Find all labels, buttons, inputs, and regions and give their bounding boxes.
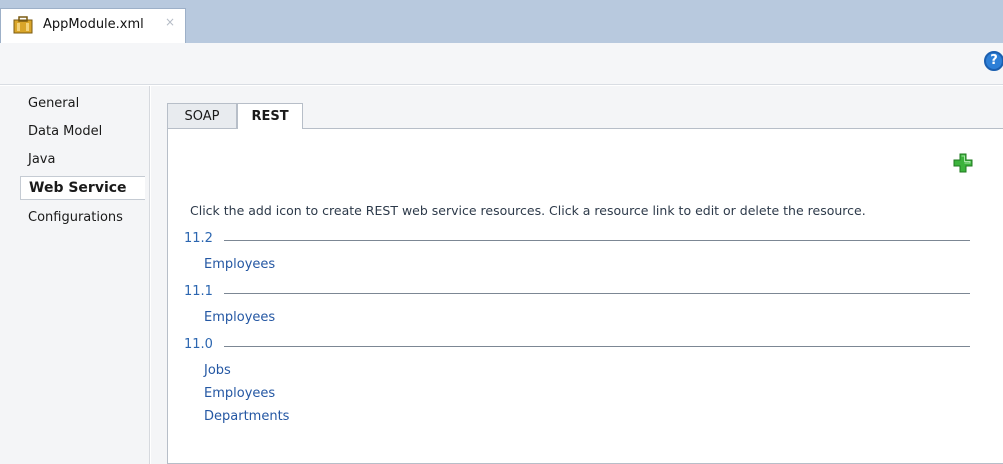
resource-link-employees[interactable]: Employees	[204, 257, 275, 272]
sidebar-item-java[interactable]: Java	[28, 152, 55, 167]
add-plus-icon[interactable]	[953, 153, 973, 173]
sidebar-item-data-model[interactable]: Data Model	[28, 124, 102, 139]
resource-link-employees[interactable]: Employees	[204, 310, 275, 325]
version-separator	[224, 346, 970, 347]
rest-panel: Click the add icon to create REST web se…	[167, 128, 1003, 464]
web-service-page: SOAP REST Click the add icon to create R…	[151, 86, 1003, 464]
version-group-header: 11.2	[184, 231, 970, 249]
editor-tab-appmodule[interactable]: AppModule.xml ×	[0, 8, 186, 43]
editor-toolbar: ?	[0, 43, 1003, 85]
version-label: 11.1	[184, 284, 217, 299]
help-icon[interactable]: ?	[984, 51, 1003, 71]
resource-link-employees[interactable]: Employees	[204, 386, 275, 401]
instruction-text: Click the add icon to create REST web se…	[190, 203, 866, 218]
version-group-header: 11.1	[184, 284, 970, 302]
editor-tab-strip: AppModule.xml ×	[0, 0, 1003, 43]
application-module-icon	[13, 16, 33, 34]
version-separator	[224, 240, 970, 241]
sidebar-item-general[interactable]: General	[28, 96, 79, 111]
version-group-header: 11.0	[184, 337, 970, 355]
sidebar-item-configurations[interactable]: Configurations	[28, 210, 123, 225]
tab-soap[interactable]: SOAP	[167, 103, 237, 128]
resource-link-jobs[interactable]: Jobs	[204, 363, 231, 378]
version-separator	[224, 293, 970, 294]
tab-rest[interactable]: REST	[237, 103, 303, 129]
editor-tab-label: AppModule.xml	[43, 17, 144, 32]
close-icon[interactable]: ×	[165, 15, 175, 29]
version-label: 11.2	[184, 231, 217, 246]
version-label: 11.0	[184, 337, 217, 352]
sidebar-item-web-service[interactable]: Web Service	[20, 176, 145, 200]
overview-navigation: General Data Model Java Web Service Conf…	[0, 86, 150, 464]
resource-link-departments[interactable]: Departments	[204, 409, 289, 424]
